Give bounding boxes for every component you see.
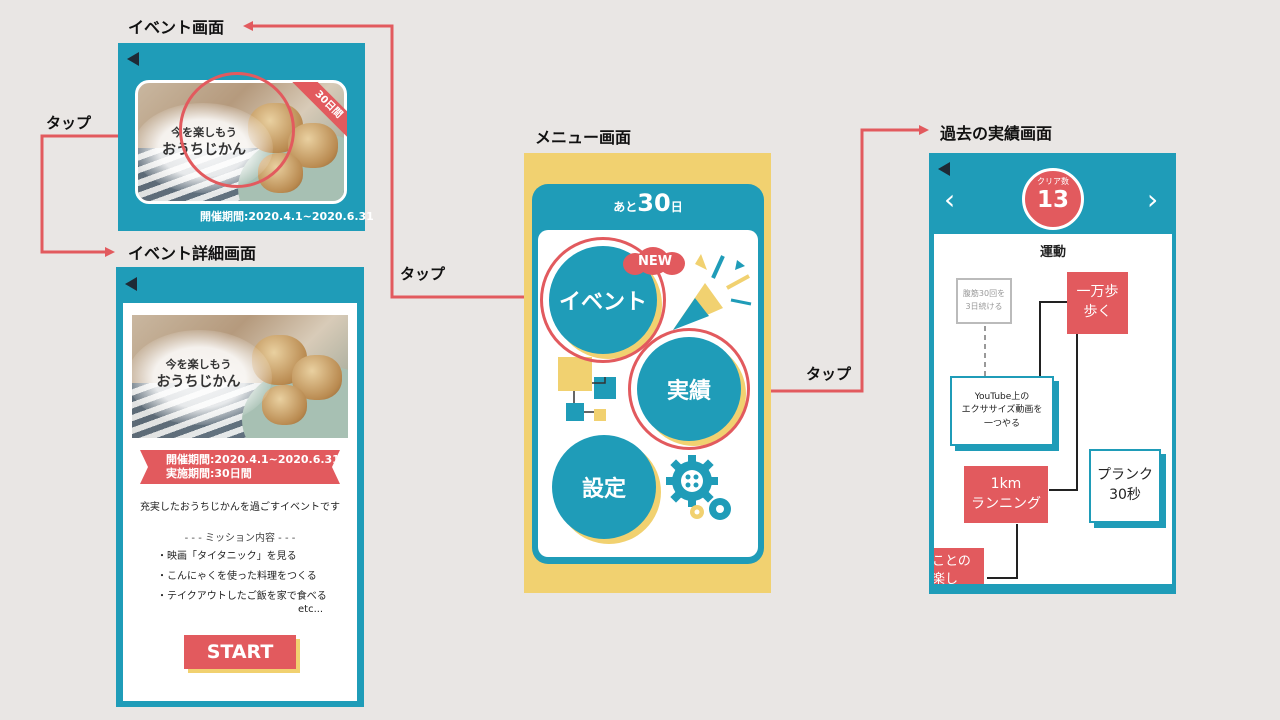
settings-button[interactable]: 設定 xyxy=(552,435,656,539)
photo-text-line2: おうちじかん xyxy=(156,373,241,390)
back-arrow-icon[interactable] xyxy=(125,277,137,291)
record-item-run[interactable]: 1km ランニング xyxy=(964,466,1048,523)
clear-count-badge: クリア数 13 xyxy=(1022,168,1084,230)
record-item-partial[interactable]: ことの 楽し xyxy=(934,548,984,584)
mission-item: ・テイクアウトしたご飯を家で食べる xyxy=(157,591,327,602)
event-period: 開催期間:2020.4.1~2020.6.31 xyxy=(200,210,374,223)
detail-banner-image: 今を楽しもう おうちじかん xyxy=(132,315,348,438)
days-left-header: あと30日 xyxy=(532,189,764,217)
record-item-plank[interactable]: プランク 30秒 xyxy=(1089,449,1161,523)
photo-text-line1: 今を楽しもう xyxy=(165,358,232,371)
ribbon-text: 30日間 xyxy=(289,82,347,142)
back-arrow-icon[interactable] xyxy=(938,162,950,176)
arrow-to-record-screen xyxy=(752,125,929,393)
mission-item: ・映画「タイタニック」を見る xyxy=(157,551,297,562)
next-arrow-icon[interactable]: › xyxy=(1147,186,1158,214)
ribbon-badge: 30日間 xyxy=(287,82,347,142)
label-event-detail-screen: イベント詳細画面 xyxy=(128,244,257,263)
label-tap-menu: タップ xyxy=(400,265,446,283)
squares-decoration-icon xyxy=(558,357,616,421)
settings-gears-icon xyxy=(666,455,731,520)
label-event-screen: イベント画面 xyxy=(128,18,225,37)
clear-count-value: 13 xyxy=(1036,187,1069,213)
highlight-ring xyxy=(179,72,295,188)
period-line2: 実施期間:30日間 xyxy=(166,467,252,480)
period-line1: 開催期間:2020.4.1~2020.6.31 xyxy=(166,453,340,466)
days-number: 30 xyxy=(637,189,671,217)
period-banner: 開催期間:2020.4.1~2020.6.31 実施期間:30日間 xyxy=(140,450,340,484)
days-suffix: 日 xyxy=(670,200,683,214)
record-item-walk[interactable]: 一万歩 歩く xyxy=(1067,272,1128,334)
new-badge-text: NEW xyxy=(637,254,673,269)
label-menu-screen: メニュー画面 xyxy=(535,128,632,147)
record-item-youtube[interactable]: YouTube上の エクササイズ動画を 一つやる xyxy=(950,376,1054,446)
new-badge: NEW xyxy=(623,247,687,277)
mission-header: - - - ミッション内容 - - - xyxy=(184,533,296,544)
label-tap-record: タップ xyxy=(806,365,852,383)
record-highlight-ring xyxy=(628,328,750,450)
record-item-situps[interactable]: 腹筋30回を 3日続ける xyxy=(956,278,1012,324)
event-description: 充実したおうちじかんを過ごすイベントです xyxy=(139,502,341,513)
record-item-partial-text: ことの 楽し xyxy=(934,554,971,584)
prev-arrow-icon[interactable]: ‹ xyxy=(944,186,955,214)
label-tap-event: タップ xyxy=(46,114,92,132)
mission-etc: etc... xyxy=(298,604,324,615)
start-button[interactable]: START xyxy=(184,635,296,669)
label-record-screen: 過去の実績画面 xyxy=(940,124,1053,143)
days-prefix: あと xyxy=(613,200,638,214)
back-arrow-icon[interactable] xyxy=(127,52,139,66)
clear-count-label: クリア数 xyxy=(1037,177,1069,186)
mission-item: ・こんにゃくを使った料理をつくる xyxy=(157,571,317,582)
